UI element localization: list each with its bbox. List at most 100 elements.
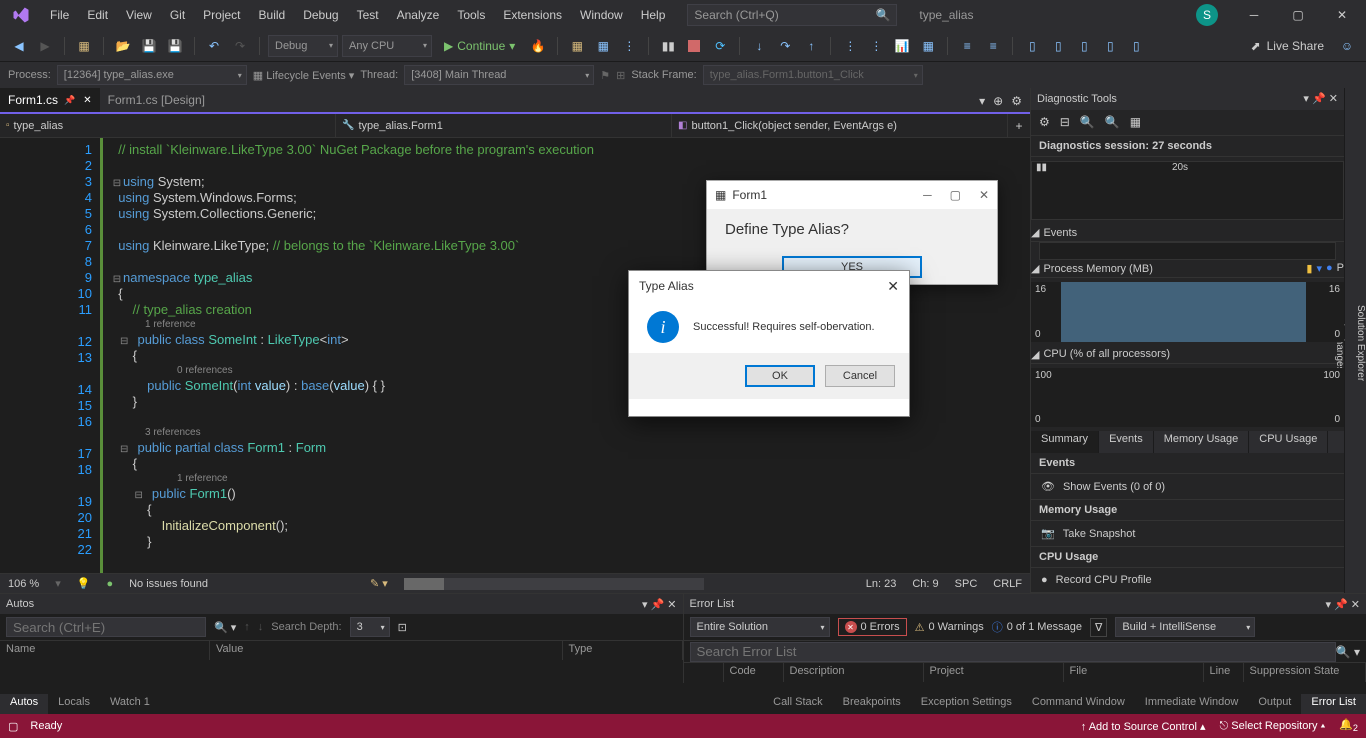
platform-dropdown[interactable]: Any CPU (342, 35, 432, 57)
menu-project[interactable]: Project (195, 4, 248, 26)
user-avatar[interactable]: S (1196, 4, 1218, 26)
build-filter-dropdown[interactable]: Build + IntelliSense (1115, 617, 1255, 637)
close-button[interactable]: ✕ (1322, 1, 1362, 29)
cancel-button[interactable]: Cancel (825, 365, 895, 387)
autos-search-input[interactable] (6, 617, 206, 637)
tb-misc-2[interactable]: ⋮ (865, 35, 887, 57)
tab-autos[interactable]: Autos (0, 694, 48, 714)
tab-exception-settings[interactable]: Exception Settings (911, 694, 1022, 714)
tab-errorlist[interactable]: Error List (1301, 694, 1366, 714)
form1-maximize-icon[interactable]: ▢ (950, 188, 961, 202)
cpu-section[interactable]: ◢ CPU (% of all processors) (1031, 346, 1344, 364)
zoom-level[interactable]: 106 % (8, 578, 39, 590)
memory-chart[interactable]: 16 16 0 0 (1031, 282, 1344, 342)
restart-icon[interactable]: ⟳ (709, 35, 731, 57)
process-dropdown[interactable]: [12364] type_alias.exe (57, 65, 247, 85)
timeline-chart[interactable]: ▮▮ 20s (1031, 161, 1344, 221)
record-cpu-button[interactable]: ●Record CPU Profile (1031, 568, 1344, 593)
nav-class-dropdown[interactable]: 🔧type_alias.Form1 (336, 114, 672, 137)
search-box[interactable]: Search (Ctrl+Q) 🔍 (687, 4, 897, 26)
diag-view-icon[interactable]: ▦ (1130, 115, 1141, 129)
undo-icon[interactable]: ↶ (203, 35, 225, 57)
panel-close-icon[interactable]: ✕ (1329, 93, 1338, 105)
stop-icon[interactable] (683, 35, 705, 57)
menu-edit[interactable]: Edit (79, 4, 116, 26)
panel-dropdown-icon[interactable]: ▾ (1303, 93, 1309, 105)
step-out-icon[interactable]: ↑ (800, 35, 822, 57)
errors-filter[interactable]: ✕0 Errors (838, 618, 907, 636)
cpu-chart[interactable]: 100 100 0 0 (1031, 368, 1344, 428)
tab-immediate-window[interactable]: Immediate Window (1135, 694, 1249, 714)
notifications-button[interactable]: 🔔2 (1339, 718, 1358, 733)
show-events-button[interactable]: 👁Show Events (0 of 0) (1031, 474, 1344, 500)
zoom-in-icon[interactable]: 🔍 (1080, 115, 1095, 129)
nav-down-icon[interactable]: ↓ (258, 621, 264, 633)
menu-git[interactable]: Git (162, 4, 193, 26)
search-icon[interactable]: 🔍 ▾ (214, 621, 236, 634)
pin-icon[interactable]: 📌 (64, 95, 75, 106)
menu-debug[interactable]: Debug (295, 4, 346, 26)
menu-tools[interactable]: Tools (449, 4, 493, 26)
flag-icon[interactable]: ⚑ (600, 69, 610, 82)
tb-misc-3[interactable]: 📊 (891, 35, 913, 57)
maximize-button[interactable]: ▢ (1278, 1, 1318, 29)
errorlist-search-input[interactable] (690, 642, 1336, 662)
pause-icon[interactable]: ▮▮ (657, 35, 679, 57)
live-share-button[interactable]: ⬈ Live Share (1243, 39, 1332, 53)
menu-build[interactable]: Build (251, 4, 294, 26)
horizontal-scrollbar[interactable] (404, 578, 704, 590)
dialog-close-icon[interactable]: ✕ (887, 278, 899, 295)
tab-form1-cs[interactable]: Form1.cs📌✕ (0, 88, 100, 112)
code-filter-icon[interactable]: ∇ (1090, 618, 1107, 637)
tab-locals[interactable]: Locals (48, 694, 100, 714)
autos-more-icon[interactable]: ⊡ (398, 621, 407, 634)
output-icon[interactable]: ▢ (8, 720, 18, 733)
form1-minimize-icon[interactable]: ─ (923, 188, 932, 202)
nav-back-icon[interactable]: ◀ (8, 35, 30, 57)
menu-help[interactable]: Help (633, 4, 674, 26)
form1-close-icon[interactable]: ✕ (979, 188, 989, 202)
menu-window[interactable]: Window (572, 4, 631, 26)
dialog-titlebar[interactable]: Type Alias ✕ (629, 271, 909, 301)
warnings-filter[interactable]: ⚠0 Warnings (915, 621, 984, 634)
depth-dropdown[interactable]: 3 (350, 617, 390, 637)
save-all-icon[interactable]: 💾 (164, 35, 186, 57)
nav-fwd-icon[interactable]: ▶ (34, 35, 56, 57)
nav-project-dropdown[interactable]: ▫type_alias (0, 114, 336, 137)
search-icon[interactable]: 🔍 ▾ (1336, 645, 1360, 659)
diag-tab-summary[interactable]: Summary (1031, 431, 1099, 453)
menu-extensions[interactable]: Extensions (495, 4, 570, 26)
solution-explorer-tab[interactable]: Solution Explorer (1355, 305, 1366, 381)
stackframe-dropdown[interactable]: type_alias.Form1.button1_Click (703, 65, 923, 85)
open-icon[interactable]: 📂 (112, 35, 134, 57)
tb-icon-2[interactable]: ▦ (592, 35, 614, 57)
panel-pin-icon[interactable]: 📌 (1312, 93, 1326, 105)
step-over-icon[interactable]: ↷ (774, 35, 796, 57)
line-ending[interactable]: CRLF (993, 578, 1022, 590)
ok-button[interactable]: OK (745, 365, 815, 387)
tab-callstack[interactable]: Call Stack (763, 694, 833, 714)
tab-add-icon[interactable]: ⊕ (993, 94, 1003, 108)
tb-misc-1[interactable]: ⋮ (839, 35, 861, 57)
menu-analyze[interactable]: Analyze (389, 4, 448, 26)
redo-icon[interactable]: ↷ (229, 35, 251, 57)
comment-icon[interactable]: ▯ (1021, 35, 1043, 57)
tab-form1-design[interactable]: Form1.cs [Design] (100, 88, 213, 112)
outdent-icon[interactable]: ≡ (982, 35, 1004, 57)
feedback-icon[interactable]: ☺ (1336, 35, 1358, 57)
tab-output[interactable]: Output (1248, 694, 1301, 714)
minimize-button[interactable]: ─ (1234, 1, 1274, 29)
menu-file[interactable]: File (42, 4, 77, 26)
tab-overflow-icon[interactable]: ▾ (979, 94, 985, 108)
scope-dropdown[interactable]: Entire Solution (690, 617, 830, 637)
events-section[interactable]: ◢ Events (1031, 224, 1344, 242)
threads-icon[interactable]: ⊞ (616, 69, 625, 82)
tb-misc-5[interactable]: ▯ (1073, 35, 1095, 57)
nav-add-icon[interactable]: + (1008, 114, 1030, 137)
issues-indicator[interactable]: No issues found (129, 578, 208, 590)
thread-dropdown[interactable]: [3408] Main Thread (404, 65, 594, 85)
messages-filter[interactable]: ⓘ0 of 1 Message (992, 619, 1082, 635)
step-into-icon[interactable]: ↓ (748, 35, 770, 57)
lightbulb-icon[interactable]: 💡 (77, 577, 91, 590)
config-dropdown[interactable]: Debug (268, 35, 338, 57)
